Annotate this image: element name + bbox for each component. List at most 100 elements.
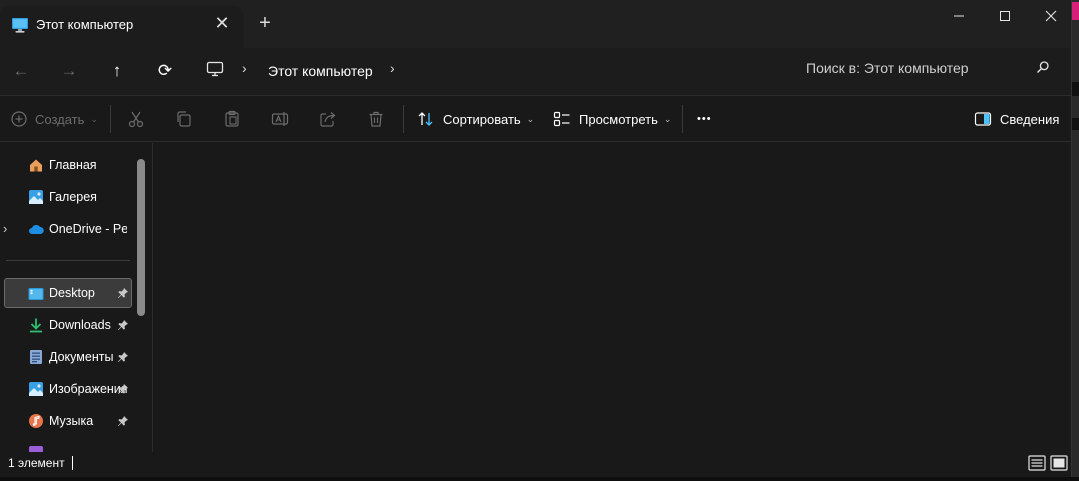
ellipsis-icon: ••• [697, 113, 712, 125]
search-box[interactable] [800, 52, 1064, 84]
pin-icon[interactable] [117, 383, 129, 395]
sidebar-item-gallery[interactable]: Галерея [4, 182, 132, 212]
title-bar: Этот компьютер ✕ + [0, 0, 1071, 48]
paste-icon [225, 110, 239, 127]
forward-button[interactable]: → [53, 56, 85, 86]
pictures-icon [29, 382, 43, 396]
sidebar-item-label: Desktop [49, 286, 95, 300]
navigation-pane[interactable]: Главная Галерея › OneDrive - Personal [0, 143, 153, 452]
details-view-icon[interactable] [1027, 453, 1047, 473]
pin-icon[interactable] [117, 351, 129, 363]
create-label: Создать [35, 111, 85, 127]
background-window-edge [1072, 0, 1079, 481]
videos-icon [29, 446, 43, 452]
paste-button[interactable] [223, 104, 241, 134]
sidebar-item-desktop[interactable]: Desktop [4, 278, 132, 308]
back-button[interactable]: ← [5, 56, 37, 86]
arrow-up-icon: ↑ [112, 61, 122, 80]
file-list-area[interactable] [154, 143, 1071, 452]
background-block [1072, 82, 1079, 96]
copy-icon [177, 111, 191, 127]
new-tab-button[interactable]: + [254, 12, 276, 34]
documents-icon [30, 350, 42, 364]
command-separator [682, 105, 683, 133]
close-icon [1045, 10, 1057, 22]
rename-button[interactable] [271, 104, 289, 134]
share-icon [320, 112, 336, 127]
sidebar-item-documents[interactable]: Документы [4, 342, 132, 372]
view-button[interactable]: Просмотреть ⌄ [553, 104, 671, 134]
refresh-button[interactable]: ⟳ [149, 56, 181, 86]
maximize-button[interactable] [982, 0, 1028, 32]
trash-icon [369, 111, 383, 127]
sidebar-item-label: Документы [49, 350, 114, 364]
command-separator [110, 105, 111, 133]
sidebar-item-partial[interactable] [4, 438, 132, 452]
search-icon [1037, 61, 1049, 73]
tab-this-pc[interactable]: Этот компьютер ✕ [0, 6, 243, 48]
music-icon [29, 414, 43, 428]
create-button[interactable]: Создать ⌄ [11, 104, 98, 134]
chevron-down-icon: ⌄ [663, 113, 672, 124]
tab-close-button[interactable]: ✕ [212, 13, 232, 33]
arrow-right-icon: → [60, 61, 78, 80]
large-icons-view-icon[interactable] [1049, 453, 1069, 473]
onedrive-icon [29, 224, 44, 234]
sidebar-item-label: Галерея [49, 190, 97, 204]
status-bar: 1 элемент [0, 452, 1071, 477]
sidebar-scrollbar-thumb[interactable] [137, 159, 145, 316]
pin-icon[interactable] [117, 319, 129, 331]
delete-button[interactable] [367, 104, 385, 134]
taskbar-edge [0, 477, 1079, 481]
details-label: Сведения [1000, 111, 1060, 127]
copy-button[interactable] [175, 104, 193, 134]
background-accent [1072, 2, 1079, 20]
up-button[interactable]: ↑ [101, 56, 133, 86]
sort-button[interactable]: Сортировать ⌄ [417, 104, 534, 134]
refresh-icon: ⟳ [157, 61, 173, 80]
desktop-icon [28, 288, 44, 300]
sort-label: Сортировать [443, 111, 521, 127]
details-pane-icon [974, 112, 992, 126]
sidebar-item-label: Главная [49, 158, 97, 172]
breadcrumb-chevron-end[interactable]: › [390, 60, 395, 76]
sort-icon [418, 112, 433, 126]
sidebar-item-downloads[interactable]: Downloads [4, 310, 132, 340]
breadcrumb[interactable]: › Этот компьютер › [196, 52, 793, 90]
details-pane-button[interactable]: Сведения [974, 104, 1059, 134]
pin-icon[interactable] [117, 415, 129, 427]
share-button[interactable] [319, 104, 337, 134]
chevron-down-icon: ⌄ [526, 113, 535, 124]
chevron-down-icon: ⌄ [90, 113, 98, 124]
breadcrumb-location[interactable]: Этот компьютер [268, 63, 373, 79]
sidebar-item-home[interactable]: Главная [4, 150, 132, 180]
sidebar-divider [6, 260, 130, 261]
item-count: 1 элемент [8, 456, 65, 470]
sidebar-item-pictures[interactable]: Изображения [4, 374, 132, 404]
more-options-button[interactable]: ••• [697, 104, 712, 134]
breadcrumb-chevron[interactable]: › [242, 60, 247, 76]
view-list-icon [553, 111, 570, 127]
this-pc-icon [12, 18, 28, 33]
sidebar-item-label: OneDrive - Personal [49, 222, 127, 236]
command-separator [403, 105, 404, 133]
expand-chevron-icon[interactable]: › [3, 221, 7, 236]
arrow-left-icon: ← [12, 61, 30, 80]
plus-circle-icon [11, 111, 27, 127]
address-row: ← → ↑ ⟳ › Этот компьютер › [0, 48, 1071, 95]
sidebar-item-label: Музыка [49, 414, 94, 428]
minimize-button[interactable] [936, 0, 982, 32]
monitor-icon [206, 61, 224, 77]
tab-title: Этот компьютер [36, 17, 134, 32]
sidebar-item-onedrive[interactable]: › OneDrive - Personal [3, 214, 132, 244]
pin-icon[interactable] [117, 287, 129, 299]
minimize-icon [954, 15, 964, 17]
cut-button[interactable] [127, 104, 145, 134]
background-block [1072, 118, 1079, 130]
search-input[interactable] [806, 57, 1026, 79]
close-button[interactable] [1028, 0, 1071, 32]
command-bar: Создать ⌄ Сортировать ⌄ Просмотреть ⌄ ••… [0, 95, 1071, 142]
maximize-icon [1000, 11, 1010, 21]
sidebar-item-label: Downloads [49, 318, 111, 332]
sidebar-item-music[interactable]: Музыка [4, 406, 132, 436]
